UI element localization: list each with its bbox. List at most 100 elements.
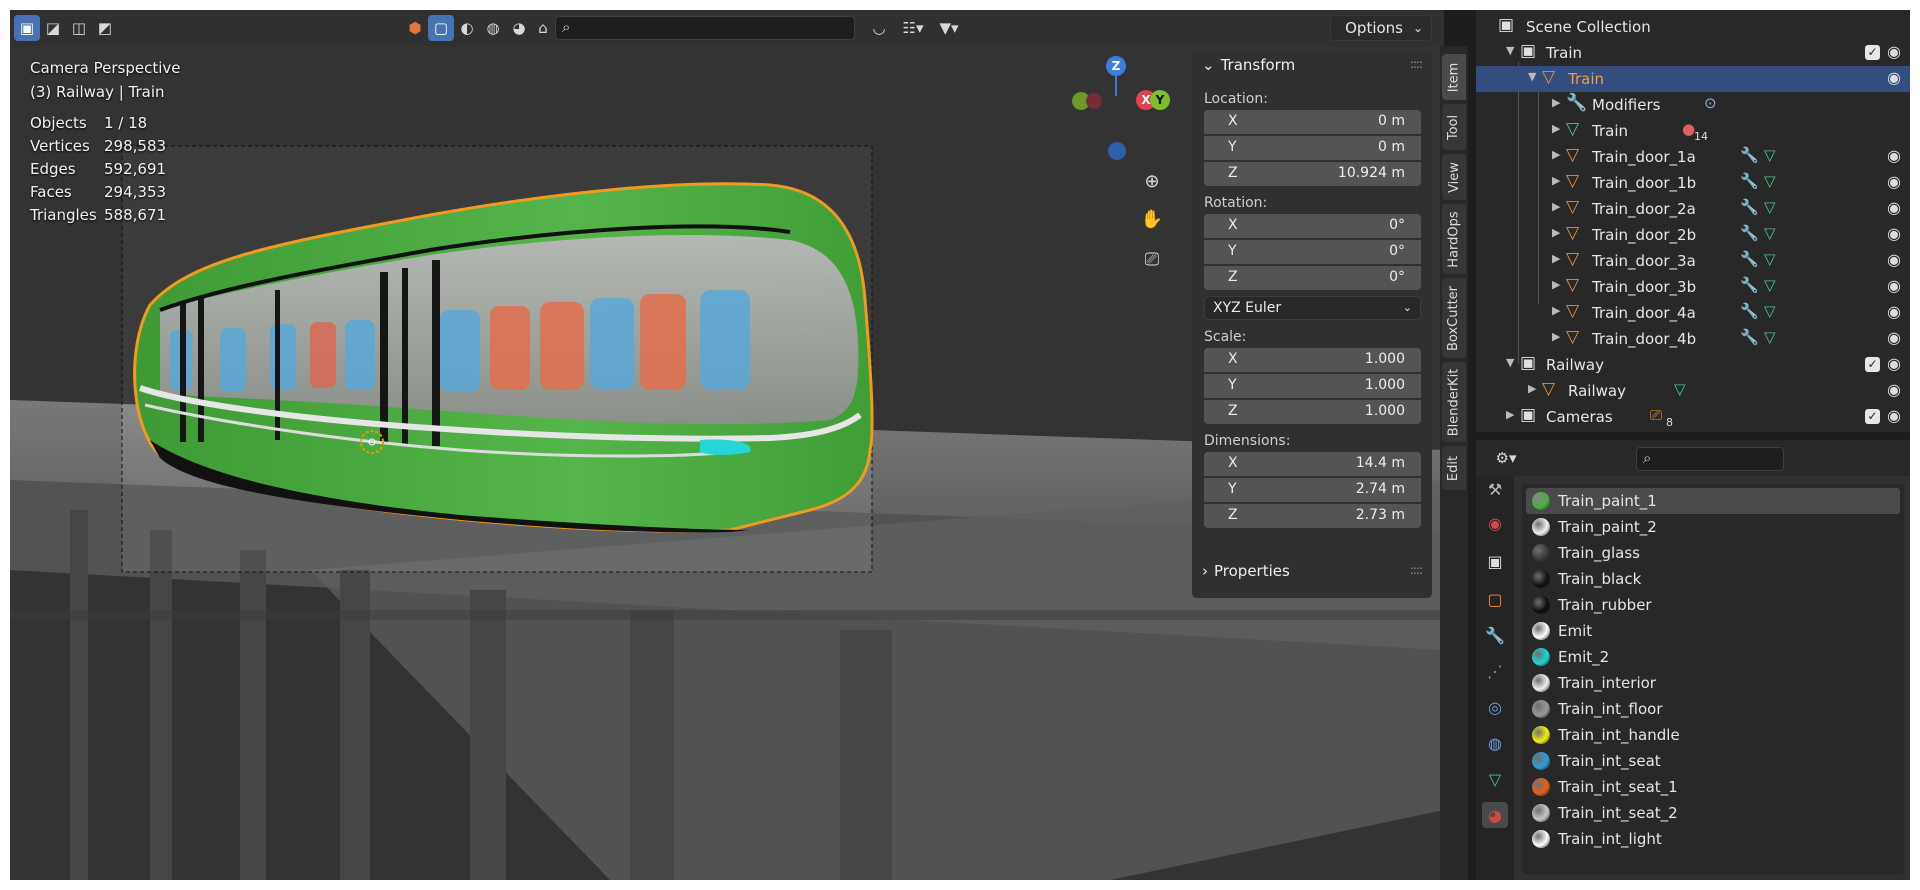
dimensions-z-field[interactable]: Z 2.73 m <box>1204 504 1421 528</box>
checkbox-icon[interactable]: ✓ <box>1865 357 1880 372</box>
tool-icon[interactable]: ⚒ <box>1482 476 1508 502</box>
outliner-row-train-door-1a[interactable]: ▶ ▽ Train_door_1a 🔧 ▽ ◉ <box>1476 144 1910 170</box>
solid-icon[interactable]: ◐ <box>454 15 480 41</box>
tab-boxcutter[interactable]: BoxCutter <box>1442 278 1466 358</box>
tab-tool[interactable]: Tool <box>1442 104 1466 150</box>
rotation-y-field[interactable]: Y 0° <box>1204 240 1421 264</box>
scale-x-field[interactable]: X 1.000 <box>1204 348 1421 372</box>
outliner-row-train-object[interactable]: ▼ ▽ Train ◉ <box>1476 66 1910 92</box>
material-icon[interactable]: ⬢ <box>402 15 428 41</box>
expand-triangle-icon[interactable]: ▶ <box>1552 122 1560 135</box>
material-slot[interactable]: Train_int_seat <box>1526 748 1900 774</box>
eye-icon[interactable]: ◉ <box>1887 406 1901 425</box>
material-slot[interactable]: Train_paint_2 <box>1526 514 1900 540</box>
wrench-icon[interactable]: 🔧 <box>1740 198 1759 216</box>
select-box-icon[interactable]: ▣ <box>14 15 40 41</box>
pan-hand-icon[interactable]: ✋ <box>1135 202 1169 236</box>
tab-hardops[interactable]: HardOps <box>1442 204 1466 274</box>
rotation-x-field[interactable]: X 0° <box>1204 214 1421 238</box>
location-y-field[interactable]: Y 0 m <box>1204 136 1421 160</box>
expand-triangle-icon[interactable]: ▶ <box>1528 382 1536 395</box>
object-properties-icon[interactable]: ▢ <box>1482 586 1508 612</box>
collection-icon[interactable]: ▣ <box>1482 548 1508 574</box>
scale-z-field[interactable]: Z 1.000 <box>1204 400 1421 424</box>
select-subtract-icon[interactable]: ◫ <box>66 15 92 41</box>
mesh-data-icon[interactable]: ▽ <box>1764 276 1776 294</box>
material-slot[interactable]: Train_int_handle <box>1526 722 1900 748</box>
expand-triangle-icon[interactable]: ▶ <box>1552 174 1560 187</box>
expand-triangle-icon[interactable]: ▶ <box>1552 278 1560 291</box>
tab-item[interactable]: Item <box>1442 54 1466 100</box>
material-slot[interactable]: Train_black <box>1526 566 1900 592</box>
subdivision-modifier-icon[interactable]: ⊙ <box>1704 94 1717 112</box>
outliner-row-scene-collection[interactable]: ▣ Scene Collection <box>1476 14 1910 40</box>
outliner-row-train-door-2a[interactable]: ▶ ▽ Train_door_2a 🔧 ▽ ◉ <box>1476 196 1910 222</box>
gizmo-z-axis[interactable]: Z <box>1106 56 1126 76</box>
eye-icon[interactable]: ◉ <box>1887 380 1901 399</box>
viewport-search-input[interactable]: ⌕ <box>555 16 855 40</box>
mesh-data-icon[interactable]: ▽ <box>1764 302 1776 320</box>
outliner-row-train-mesh[interactable]: ▶ ▽ Train ● 14 <box>1476 118 1910 144</box>
wrench-icon[interactable]: 🔧 <box>1740 250 1759 268</box>
collapse-triangle-icon[interactable]: ▼ <box>1506 44 1514 57</box>
outliner-row-railway-object[interactable]: ▶ ▽ Railway ▽ ◉ <box>1476 378 1910 404</box>
outliner-row-train-door-1b[interactable]: ▶ ▽ Train_door_1b 🔧 ▽ ◉ <box>1476 170 1910 196</box>
wireframe-icon[interactable]: ▢ <box>428 15 454 41</box>
outliner-row-cameras-collection[interactable]: ▶ ▣ Cameras ⎚ 8 ✓ ◉ <box>1476 404 1910 430</box>
material-slot[interactable]: Emit_2 <box>1526 644 1900 670</box>
eye-icon[interactable]: ◉ <box>1887 328 1901 347</box>
outliner-row-modifiers[interactable]: ▶ 🔧 Modifiers ⊙ <box>1476 92 1910 118</box>
expand-triangle-icon[interactable]: ▶ <box>1506 408 1514 421</box>
world-icon[interactable]: ◉ <box>1482 510 1508 536</box>
gizmo-y-axis[interactable]: Y <box>1150 90 1170 110</box>
outliner-row-railway-collection[interactable]: ▼ ▣ Railway ✓ ◉ <box>1476 352 1910 378</box>
wrench-icon[interactable]: 🔧 <box>1740 224 1759 242</box>
lookdev-icon[interactable]: ◍ <box>480 15 506 41</box>
dimensions-y-field[interactable]: Y 2.74 m <box>1204 478 1421 502</box>
eye-icon[interactable]: ◉ <box>1887 354 1901 373</box>
eye-icon[interactable]: ◉ <box>1887 42 1901 61</box>
material-slot[interactable]: Train_paint_1 <box>1526 488 1900 514</box>
display-mode-icon[interactable]: ☷▾ <box>900 15 926 41</box>
outliner-row-train-door-2b[interactable]: ▶ ▽ Train_door_2b 🔧 ▽ ◉ <box>1476 222 1910 248</box>
expand-triangle-icon[interactable]: ▶ <box>1552 96 1560 109</box>
collapse-triangle-icon[interactable]: ▼ <box>1506 356 1514 369</box>
editor-type-icon[interactable]: ⚙▾ <box>1486 445 1526 471</box>
properties-header[interactable]: › Properties :::: <box>1192 556 1432 586</box>
eye-icon[interactable]: ◉ <box>1887 250 1901 269</box>
properties-panel[interactable]: › Properties :::: <box>1192 556 1432 586</box>
camera-view-icon[interactable]: ⎚ <box>1135 242 1169 276</box>
material-slot[interactable]: Train_int_seat_1 <box>1526 774 1900 800</box>
dimensions-x-field[interactable]: X 14.4 m <box>1204 452 1421 476</box>
options-button[interactable]: Options ⌄ <box>1330 15 1432 41</box>
mesh-data-icon[interactable]: ▽ <box>1764 250 1776 268</box>
outliner-row-train-door-3a[interactable]: ▶ ▽ Train_door_3a 🔧 ▽ ◉ <box>1476 248 1910 274</box>
mesh-data-icon[interactable]: ▽ <box>1764 224 1776 242</box>
mesh-data-icon[interactable]: ▽ <box>1764 146 1776 164</box>
expand-triangle-icon[interactable]: ▶ <box>1552 330 1560 343</box>
expand-triangle-icon[interactable]: ▶ <box>1552 304 1560 317</box>
mesh-data-icon[interactable]: ▽ <box>1482 766 1508 792</box>
constraints-icon[interactable]: ◍ <box>1482 730 1508 756</box>
wrench-icon[interactable]: 🔧 <box>1740 302 1759 320</box>
drag-grip-icon[interactable]: :::: <box>1410 57 1423 71</box>
collapse-triangle-icon[interactable]: ▼ <box>1528 70 1536 83</box>
eye-icon[interactable]: ◉ <box>1887 172 1901 191</box>
outliner-row-train-collection[interactable]: ▼ ▣ Train ✓ ◉ <box>1476 40 1910 66</box>
wrench-icon[interactable]: 🔧 <box>1740 328 1759 346</box>
material-slot[interactable]: Train_rubber <box>1526 592 1900 618</box>
mesh-data-icon[interactable]: ▽ <box>1764 328 1776 346</box>
properties-search-input[interactable]: ⌕ <box>1636 447 1784 471</box>
eye-icon[interactable]: ◉ <box>1887 68 1901 87</box>
wrench-icon[interactable]: 🔧 <box>1740 276 1759 294</box>
material-slot[interactable]: Train_int_floor <box>1526 696 1900 722</box>
outliner-row-train-door-4a[interactable]: ▶ ▽ Train_door_4a 🔧 ▽ ◉ <box>1476 300 1910 326</box>
drag-grip-icon[interactable]: :::: <box>1410 563 1423 577</box>
material-slot[interactable]: Emit <box>1526 618 1900 644</box>
zoom-icon[interactable]: ⊕ <box>1135 164 1169 198</box>
rotation-z-field[interactable]: Z 0° <box>1204 266 1421 290</box>
tab-view[interactable]: View <box>1442 154 1466 200</box>
physics-icon[interactable]: ◎ <box>1482 694 1508 720</box>
checkbox-icon[interactable]: ✓ <box>1865 409 1880 424</box>
modifier-wrench-icon[interactable]: 🔧 <box>1482 622 1508 648</box>
